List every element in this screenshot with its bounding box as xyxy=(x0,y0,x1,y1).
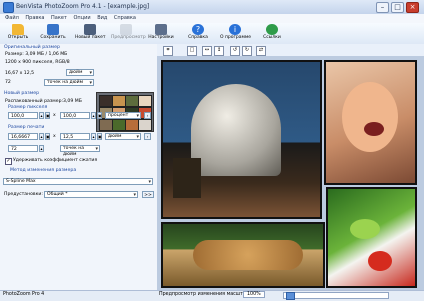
zoom-slider[interactable] xyxy=(283,292,389,300)
preview-zoom-label: Предпросмотр изменения масштаба: xyxy=(159,292,254,297)
presets-more-button[interactable]: >> xyxy=(142,191,154,198)
print-height-spinner[interactable]: ▴ xyxy=(91,133,96,140)
print-dpi-unit-select[interactable]: точек на дюйм xyxy=(60,145,100,157)
original-dpi-select[interactable]: точек на дюйм xyxy=(44,79,94,86)
pixel-width-chain-icon[interactable]: ▣ xyxy=(45,112,50,119)
status-text: PhotoZoom Pro 4 xyxy=(3,292,45,297)
rotate-left-icon[interactable]: ↺ xyxy=(230,46,240,56)
resize-method-select[interactable]: S-Spline Max xyxy=(3,178,153,185)
flip-icon[interactable]: ⇄ xyxy=(256,46,266,56)
pixel-height-input[interactable]: 100,0 xyxy=(60,112,90,119)
print-width-spinner[interactable]: ▴ xyxy=(39,133,44,140)
resize-method-title: Метод изменения размера xyxy=(10,168,77,173)
view-toolbar: ⌗ □ ↔ ↕ ↺ ↻ ⇄ xyxy=(157,44,424,56)
window-title: BenVista PhotoZoom Pro 4.1 - [example.jp… xyxy=(16,3,150,10)
print-unit-select[interactable]: дюйм xyxy=(105,133,141,140)
original-size-text: Размер: 3,09 МБ / 1,06 МБ xyxy=(5,52,68,57)
tools-icon xyxy=(155,24,167,35)
title-bar: BenVista PhotoZoom Pro 4.1 - [example.jp… xyxy=(0,0,424,15)
jaguar-photo xyxy=(161,222,325,288)
zoom-slider-handle[interactable] xyxy=(286,292,295,300)
preview-button[interactable]: Предпросмотр xyxy=(111,24,146,44)
print-height-input[interactable]: 12,5 xyxy=(60,133,90,140)
globe-icon xyxy=(266,24,278,35)
settings-panel: Оригинальный размер Размер: 3,09 МБ / 1,… xyxy=(0,44,158,290)
original-size-title: Оригинальный размер xyxy=(4,45,60,50)
print-unit-arrow-icon[interactable]: › xyxy=(144,133,151,140)
batch-icon xyxy=(84,24,96,35)
app-window: BenVista PhotoZoom Pro 4.1 - [example.jp… xyxy=(0,0,424,301)
links-button[interactable]: Ссылки xyxy=(257,24,287,44)
presets-label: Предустановки: xyxy=(4,192,43,197)
menu-edit[interactable]: Правка xyxy=(25,14,44,23)
save-icon xyxy=(47,24,59,35)
menu-file[interactable]: Файл xyxy=(5,14,19,23)
pixel-width-spinner[interactable]: ▴ xyxy=(39,112,44,119)
original-unit-select[interactable]: дюйм xyxy=(66,69,94,76)
pixel-width-input[interactable]: 100,0 xyxy=(8,112,38,119)
print-width-chain-icon[interactable]: ▣ xyxy=(45,133,50,140)
menu-batch[interactable]: Пакет xyxy=(51,14,67,23)
print-times-label: x xyxy=(53,134,56,139)
vegetables-photo xyxy=(326,187,417,288)
original-dpi: 72 xyxy=(5,80,11,85)
print-dpi-input[interactable]: 72 xyxy=(8,145,38,152)
print-size-title: Размер печати xyxy=(8,125,45,130)
maximize-icon[interactable]: □ xyxy=(391,2,404,13)
toolbar: Открыть Сохранить Новый пакет Предпросмо… xyxy=(0,23,424,45)
folder-icon xyxy=(12,24,24,35)
settings-button[interactable]: Настройки xyxy=(146,24,176,44)
unpacked-size-text: Распакованный размер:3,09 МБ xyxy=(5,99,82,104)
pixel-size-title: Размер пикселя xyxy=(8,105,48,110)
presets-select[interactable]: Общий * xyxy=(44,191,138,198)
observatory-photo xyxy=(161,60,322,219)
app-icon xyxy=(3,2,14,13)
info-icon: i xyxy=(229,24,241,35)
new-batch-button[interactable]: Новый пакет xyxy=(75,24,106,44)
open-button[interactable]: Открыть xyxy=(3,24,33,44)
pixel-unit-select[interactable]: процент xyxy=(105,112,141,119)
save-button[interactable]: Сохранить xyxy=(38,24,68,44)
pixel-unit-arrow-icon[interactable]: › xyxy=(144,112,151,119)
keep-ratio-label: Удерживать коэффициент сжатия xyxy=(13,158,98,163)
new-size-title: Новый размер xyxy=(4,91,40,96)
crop-icon[interactable]: ⌗ xyxy=(163,46,173,56)
help-button[interactable]: ? Справка xyxy=(183,24,213,44)
preview-icon xyxy=(120,24,132,35)
print-height-chain-icon[interactable]: ▣ xyxy=(97,133,102,140)
original-pixels-text: 1200 x 900 пикселя, RGB/8 xyxy=(5,60,70,65)
print-width-input[interactable]: 16,6667 xyxy=(8,133,38,140)
select-icon[interactable]: □ xyxy=(187,46,197,56)
pixel-height-chain-icon[interactable]: ▣ xyxy=(97,112,102,119)
minimize-icon[interactable]: – xyxy=(376,2,389,13)
original-dims: 16,67 x 12,5 xyxy=(5,71,35,76)
close-icon[interactable]: × xyxy=(406,2,419,13)
zoom-select[interactable]: 100% xyxy=(243,291,265,298)
menu-options[interactable]: Опции xyxy=(73,14,90,23)
fit-height-icon[interactable]: ↕ xyxy=(214,46,224,56)
fit-width-icon[interactable]: ↔ xyxy=(202,46,212,56)
menu-help[interactable]: Справка xyxy=(114,14,136,23)
pixel-times-label: x xyxy=(53,113,56,118)
pixel-height-spinner[interactable]: ▴ xyxy=(91,112,96,119)
keep-ratio-checkbox[interactable]: ✓ xyxy=(5,158,12,165)
menu-view[interactable]: Вид xyxy=(97,14,107,23)
help-icon: ? xyxy=(192,24,204,35)
about-button[interactable]: i О программе xyxy=(220,24,251,44)
smiling-woman-photo xyxy=(324,60,417,185)
rotate-right-icon[interactable]: ↻ xyxy=(242,46,252,56)
print-dpi-spinner[interactable]: ▴ xyxy=(39,145,44,152)
